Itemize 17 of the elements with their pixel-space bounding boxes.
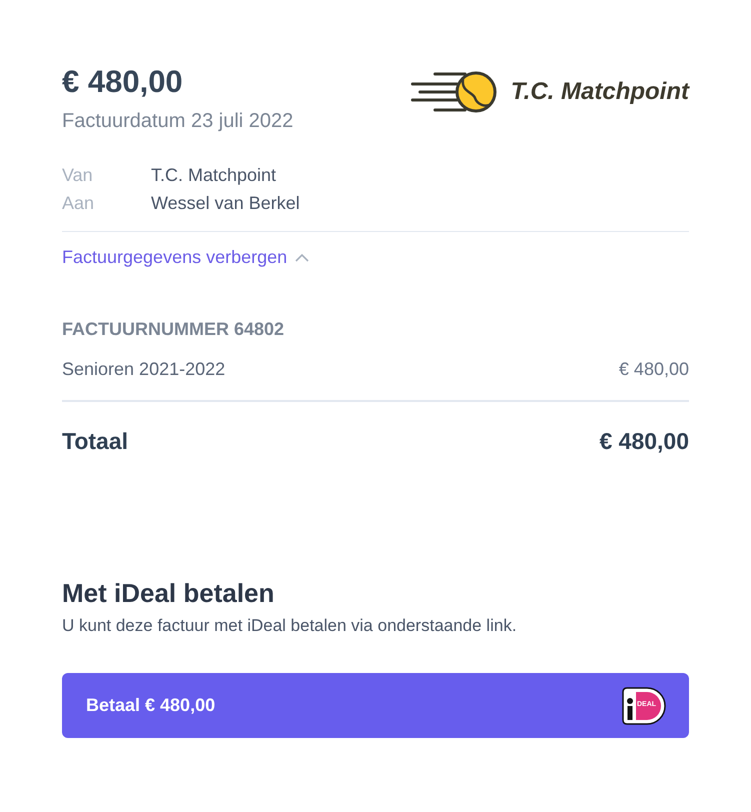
party-label: Aan (62, 192, 96, 215)
party-label: Van (62, 164, 94, 187)
invoice-date: Factuurdatum 23 juli 2022 (62, 109, 294, 134)
party-name: T.C. Matchpoint (151, 164, 276, 187)
party-name: Wessel van Berkel (151, 192, 300, 215)
total-label: Totaal (62, 427, 128, 456)
club-name: T.C. Matchpoint (510, 77, 689, 107)
invoice-amount: € 480,00 (62, 64, 184, 100)
ideal-logo-icon (622, 686, 667, 724)
invoice-number: FACTUURNUMMER 64802 (62, 318, 286, 341)
line-item-description: Senioren 2021-2022 (62, 358, 226, 381)
payment-title: Met iDeal betalen (62, 577, 276, 609)
line-item-amount: € 480,00 (618, 358, 689, 381)
toggle-details-link[interactable]: Factuurgegevens verbergen (62, 245, 310, 269)
tennis-ball-logo-icon (410, 70, 497, 114)
payment-description: U kunt deze factuur met iDeal betalen via onderstaande link. (62, 615, 518, 637)
total-amount: € 480,00 (599, 427, 689, 456)
